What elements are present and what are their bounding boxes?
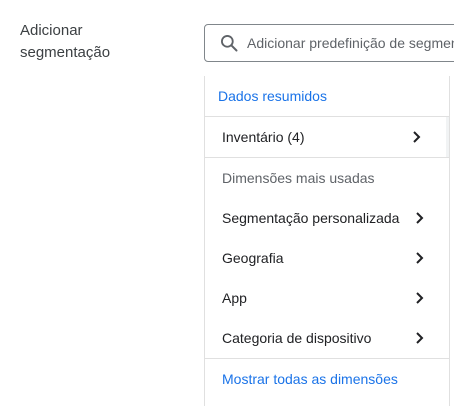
menu-item-inventory[interactable]: Inventário (4) <box>205 117 449 157</box>
menu-item-app[interactable]: App <box>205 278 449 318</box>
summary-section-header: Dados resumidos <box>205 76 449 117</box>
search-icon <box>221 35 238 52</box>
show-all-dimensions-link[interactable]: Mostrar todas as dimensões <box>205 359 449 399</box>
chevron-right-icon <box>416 292 424 304</box>
segment-dropdown-menu: Dados resumidos Inventário (4) Dimensões… <box>204 76 450 406</box>
menu-item-label: Inventário (4) <box>222 129 305 145</box>
menu-item-label: Geografia <box>222 250 284 266</box>
label-line-1: Adicionar <box>20 22 83 39</box>
menu-item-label: App <box>222 290 247 306</box>
chevron-right-icon <box>416 332 424 344</box>
segment-search-box[interactable] <box>204 24 454 62</box>
common-dimensions-header: Dimensões mais usadas <box>222 170 375 186</box>
segment-search-input[interactable] <box>247 35 454 51</box>
segmentation-field-label: Adicionar segmentação <box>20 20 110 64</box>
menu-item-label: Segmentação personalizada <box>222 210 400 226</box>
menu-item-label: Categoria de dispositivo <box>222 330 372 346</box>
chevron-right-icon <box>416 212 424 224</box>
chevron-right-icon <box>413 131 421 143</box>
menu-item-geography[interactable]: Geografia <box>205 238 449 278</box>
menu-item-device-category[interactable]: Categoria de dispositivo <box>205 318 449 358</box>
chevron-right-icon <box>416 252 424 264</box>
label-line-2: segmentação <box>20 44 111 61</box>
menu-item-custom-segmentation[interactable]: Segmentação personalizada <box>205 198 449 238</box>
